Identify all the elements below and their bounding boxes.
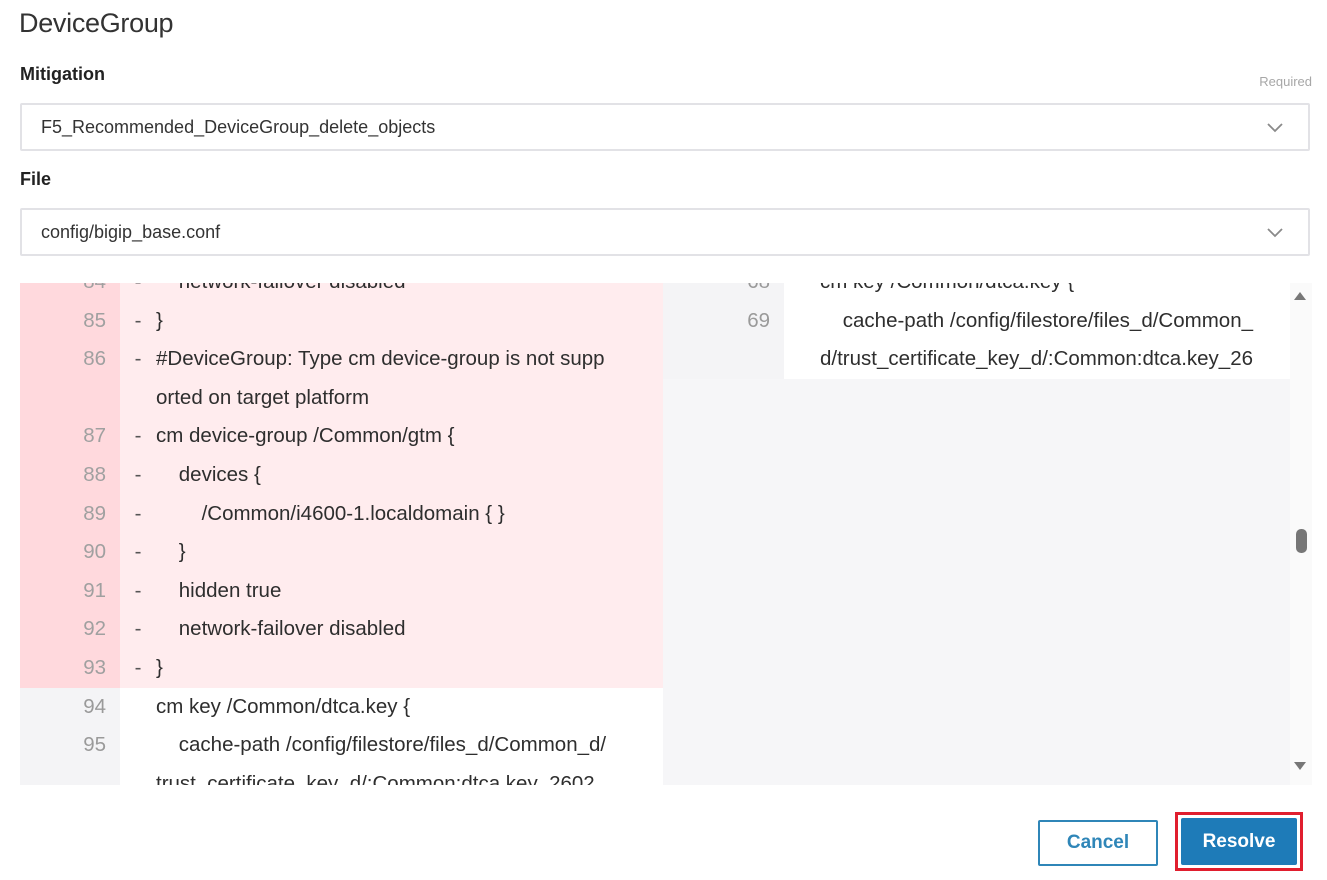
code-text: } [156,533,663,572]
line-number: 68 [663,283,784,302]
file-label: File [20,169,52,189]
diff-line: trust_certificate_key_d/:Common:dtca.key… [20,764,663,785]
diff-line: 87- cm device-group /Common/gtm { [20,417,663,456]
line-number: 92 [20,610,120,649]
line-number [20,378,120,418]
line-number: 90 [20,533,120,572]
diff-marker: - [120,610,156,649]
diff-line: 85-} [20,301,663,341]
code-text: } [156,648,663,688]
diff-marker: - [120,455,156,495]
line-number: 84 [20,283,120,302]
diff-marker [120,764,156,785]
diff-marker [784,340,820,379]
code-text: network-failover disabled [156,283,663,302]
mitigation-select[interactable]: F5_Recommended_DeviceGroup_delete_object… [20,103,1310,151]
diff-line: 84- network-failover disabled [20,283,663,302]
file-select[interactable]: config/bigip_base.conf [20,208,1310,256]
diff-line: 68 cm key /Common/dtca.key { [663,283,1290,302]
code-text: #DeviceGroup: Type cm device-group is no… [156,340,663,379]
diff-marker: - [120,494,156,534]
diff-marker: - [120,340,156,379]
code-text: d/trust_certificate_key_d/:Common:dtca.k… [820,340,1290,379]
code-text: /Common/i4600-1.localdomain { } [156,494,663,534]
code-text: hidden true [156,571,663,611]
resolve-button[interactable]: Resolve [1181,818,1297,865]
diff-marker: - [120,533,156,572]
diff-line: 91- hidden true [20,571,663,611]
code-text: cache-path /config/filestore/files_d/Com… [820,301,1290,341]
diff-marker: - [120,648,156,688]
diff-line: 95 cache-path /config/filestore/files_d/… [20,726,663,765]
chevron-down-icon [1267,228,1283,238]
diff-marker: - [120,417,156,456]
file-value: config/bigip_base.conf [41,221,221,242]
diff-line: 93-} [20,648,663,688]
diff-line: 94 cm key /Common/dtca.key { [20,687,663,727]
diff-line: d/trust_certificate_key_d/:Common:dtca.k… [663,340,1290,379]
code-text: cm device-group /Common/gtm { [156,417,663,456]
line-number: 94 [20,687,120,727]
diff-line: orted on target platform [20,378,663,418]
diff-right-pane: 68cm key /Common/dtca.key {69 cache-path… [663,283,1290,379]
line-number: 69 [663,301,784,341]
line-number: 87 [20,417,120,456]
line-number: 95 [20,726,120,765]
diff-line: 89- /Common/i4600-1.localdomain { } [20,494,663,534]
code-text: trust_certificate_key_d/:Common:dtca.key… [156,764,663,785]
line-number [663,340,784,379]
line-number: 89 [20,494,120,534]
code-text: } [156,301,663,341]
scrollbar-thumb[interactable] [1296,529,1307,553]
diff-marker [784,283,820,302]
cancel-button[interactable]: Cancel [1038,820,1158,866]
code-text: orted on target platform [156,378,663,418]
code-text: cm key /Common/dtca.key { [156,687,663,727]
diff-marker: - [120,283,156,302]
diff-line: 92- network-failover disabled [20,610,663,649]
diff-marker: - [120,571,156,611]
diff-line: 69 cache-path /config/filestore/files_d/… [663,301,1290,341]
diff-line: 86- #DeviceGroup: Type cm device-group is… [20,340,663,379]
line-number: 85 [20,301,120,341]
line-number [20,764,120,785]
diff-left-pane: 84- network-failover disabled85-}86-#Dev… [20,283,663,785]
caret-up-icon[interactable] [1294,292,1306,300]
diff-line: 88- devices { [20,455,663,495]
diff-viewer[interactable]: 84- network-failover disabled85-}86-#Dev… [20,283,1290,785]
code-text: cm key /Common/dtca.key { [820,283,1290,302]
diff-line: 90- } [20,533,663,572]
mitigation-label: Mitigation [20,64,105,84]
caret-down-icon[interactable] [1294,762,1306,770]
diff-marker [120,726,156,765]
diff-marker: - [120,301,156,341]
line-number: 91 [20,571,120,611]
line-number: 86 [20,340,120,379]
chevron-down-icon [1267,123,1283,133]
diff-marker [120,687,156,727]
code-text: network-failover disabled [156,610,663,649]
line-number: 93 [20,648,120,688]
dialog-title: DeviceGroup [19,8,174,38]
line-number: 88 [20,455,120,495]
code-text: devices { [156,455,663,495]
required-hint: Required [1259,74,1312,89]
diff-marker [120,378,156,418]
mitigation-value: F5_Recommended_DeviceGroup_delete_object… [41,116,436,137]
diff-marker [784,301,820,341]
code-text: cache-path /config/filestore/files_d/Com… [156,726,663,765]
